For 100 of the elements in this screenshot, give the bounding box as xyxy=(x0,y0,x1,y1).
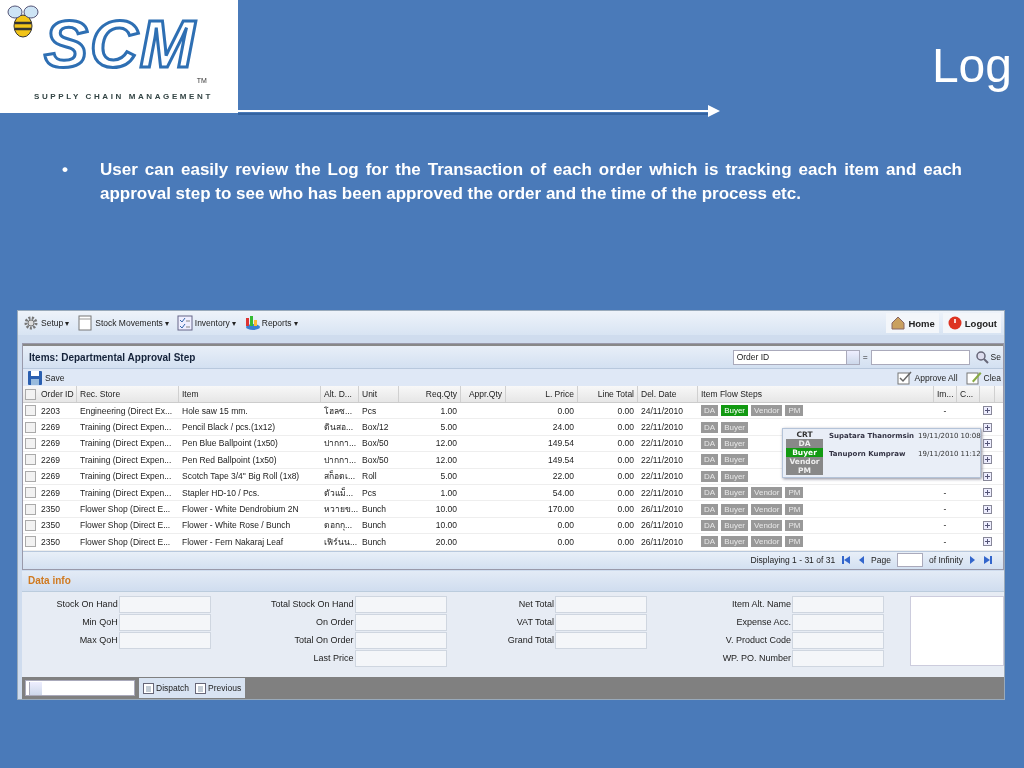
step-tag[interactable]: Vendor xyxy=(751,503,783,515)
toolbar-button[interactable]: Approve All xyxy=(894,368,960,387)
step-tag[interactable]: Buyer xyxy=(721,421,749,433)
table-cell-text: Training (Direct Expen... xyxy=(79,487,173,498)
field-label: Total Stock On Hand xyxy=(270,599,354,609)
field-label: V. Product Code xyxy=(724,635,791,645)
table-cell-text: 0.00 xyxy=(616,536,635,547)
column-header[interactable]: Item Flow Steps xyxy=(698,386,934,402)
column-header[interactable]: Line Total xyxy=(578,386,638,402)
field-label: WP. PO. Number xyxy=(721,653,791,663)
column-header[interactable]: Rec. Store xyxy=(77,386,179,402)
table-cell-text: 0.00 xyxy=(616,504,635,515)
table-cell-text: 2269 xyxy=(40,438,61,449)
column-header[interactable]: Order ID xyxy=(38,386,77,402)
table-cell-text: 24.00 xyxy=(551,422,575,433)
column-header[interactable]: Im... xyxy=(934,386,957,402)
search-button[interactable]: Se xyxy=(972,349,1003,365)
table-cell-text: Flower - White Dendrobium 2N xyxy=(181,504,300,515)
table-cell-text: 0.00 xyxy=(616,454,635,465)
step-tag[interactable]: DA xyxy=(701,421,719,433)
step-tag[interactable]: PM xyxy=(785,487,804,499)
table-cell-text: ปากกา... xyxy=(323,437,358,451)
step-tag[interactable]: PM xyxy=(785,519,804,531)
table-cell-text: 10.00 xyxy=(434,520,458,531)
toolbar-button[interactable]: Clea xyxy=(963,368,1003,387)
table-cell-text: Roll xyxy=(361,471,378,482)
action-button[interactable]: Previous xyxy=(193,681,244,695)
step-tag[interactable]: DA xyxy=(701,437,719,449)
table-cell-text: Pcs xyxy=(361,487,378,498)
column-header[interactable]: L. Price xyxy=(506,386,578,402)
column-header[interactable]: Alt. D... xyxy=(321,386,359,402)
step-tag[interactable]: Vendor xyxy=(751,487,783,499)
table-cell-text: 0.00 xyxy=(556,536,575,547)
step-tag[interactable]: Buyer xyxy=(721,470,749,482)
menu-button[interactable]: Setup ▾ xyxy=(21,314,72,332)
table-cell-text: Bunch xyxy=(361,520,388,531)
field-label: Min QoH xyxy=(81,617,118,627)
table-cell-text: Training (Direct Expen... xyxy=(79,422,173,433)
section-title: Data info xyxy=(28,575,71,586)
table-cell-text: 26/11/2010 xyxy=(640,520,684,531)
table-cell-text: ดินสอ... xyxy=(323,421,355,435)
field-label: Last Price xyxy=(312,653,354,663)
step-tag[interactable]: PM xyxy=(785,405,804,417)
table-cell-text: 22/11/2010 xyxy=(640,422,684,433)
column-header[interactable]: C... xyxy=(957,386,980,402)
step-tag[interactable]: Vendor xyxy=(751,536,783,548)
step-tag[interactable]: Buyer xyxy=(721,487,749,499)
column-header[interactable]: Unit xyxy=(359,386,399,402)
table-cell-text: Stapler HD-10 / Pcs. xyxy=(181,487,261,498)
table-cell-text: - xyxy=(942,405,948,416)
table-cell-text: 0.00 xyxy=(556,405,575,416)
step-tag[interactable]: DA xyxy=(701,454,719,466)
menu-button[interactable]: Inventory ▾ xyxy=(174,314,238,332)
field-label: Item Alt. Name xyxy=(730,599,791,609)
nav-link[interactable]: Logout xyxy=(942,313,1001,333)
table-cell-text: Training (Direct Expen... xyxy=(79,454,173,465)
column-header[interactable]: Appr.Qty xyxy=(461,386,506,402)
step-tag[interactable]: Buyer xyxy=(721,437,749,449)
step-tag[interactable]: DA xyxy=(701,487,719,499)
step-tag[interactable]: DA xyxy=(701,503,719,515)
table-cell-text: 1.00 xyxy=(439,487,458,498)
toolbar-button[interactable]: Save xyxy=(25,368,67,387)
step-tag[interactable]: PM xyxy=(785,503,804,515)
step-tag[interactable]: PM xyxy=(785,536,804,548)
field-label: Expense Acc. xyxy=(735,617,791,627)
caret-icon: ▾ xyxy=(293,318,298,328)
step-tag[interactable]: Buyer xyxy=(721,454,749,466)
step-tag[interactable]: DA xyxy=(701,536,719,548)
nav-link[interactable]: Home xyxy=(886,313,939,333)
step-tag[interactable]: DA xyxy=(701,405,719,417)
action-button[interactable]: Dispatch xyxy=(141,681,192,695)
field-label: Net Total xyxy=(517,599,555,609)
step-tag[interactable]: Vendor xyxy=(751,405,783,417)
step-tag[interactable]: Buyer xyxy=(721,405,749,417)
table-cell-text: 24/11/2010 xyxy=(640,405,684,416)
step-tag[interactable]: Vendor xyxy=(751,519,783,531)
table-cell-text: สก็อตเ... xyxy=(323,469,357,484)
step-tag[interactable]: DA xyxy=(701,519,719,531)
column-header[interactable]: Del. Date xyxy=(638,386,698,402)
table-cell-text: Flower Shop (Direct E... xyxy=(79,504,172,515)
column-header[interactable]: Req.Qty xyxy=(399,386,461,402)
table-cell-text: 2350 xyxy=(40,520,61,531)
logo-tagline: SUPPLY CHAIN MANAGEMENT xyxy=(34,92,213,101)
column-header[interactable]: Item xyxy=(179,386,321,402)
field-dropdown[interactable]: Order ID xyxy=(732,349,860,365)
step-tag[interactable]: DA xyxy=(701,470,719,482)
table-cell-text: Box/50 xyxy=(361,454,390,465)
table-cell-text: 0.00 xyxy=(616,422,635,433)
step-tag[interactable]: Buyer xyxy=(721,519,749,531)
menu-button[interactable]: Stock Movements ▾ xyxy=(75,314,171,332)
table-cell-text: - xyxy=(942,487,948,498)
table-cell-text: Bunch xyxy=(361,504,388,515)
table-cell-text: 0.00 xyxy=(616,438,635,449)
step-tag[interactable]: Buyer xyxy=(721,536,749,548)
menu-button[interactable]: Reports ▾ xyxy=(241,314,300,332)
step-tag[interactable]: Buyer xyxy=(721,503,749,515)
page-label: Page xyxy=(871,555,891,565)
table-cell-text: 0.00 xyxy=(616,471,635,482)
table-cell-text: โฮลซ... xyxy=(323,404,354,418)
table-cell-text: 10.00 xyxy=(434,504,458,515)
